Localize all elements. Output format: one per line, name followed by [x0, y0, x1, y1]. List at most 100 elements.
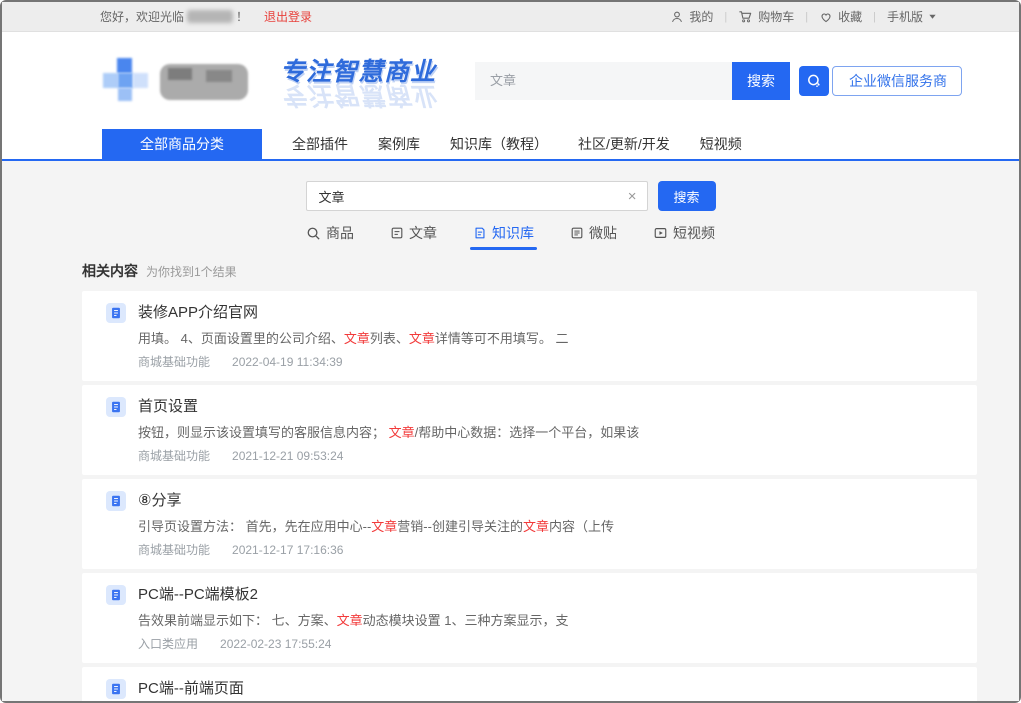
search-input[interactable] — [307, 189, 618, 204]
topbar-link-mobile-version[interactable]: 手机版 — [887, 8, 937, 25]
separator: | — [805, 11, 808, 23]
result-card[interactable]: ⑧分享引导页设置方法： 首先，先在应用中心--文章营销--创建引导关注的文章内容… — [82, 479, 977, 569]
topbar-links: 我的 | 购物车 | 收藏 | 手机版 — [670, 8, 937, 25]
tab-micro-post[interactable]: 微贴 — [570, 223, 617, 249]
result-title[interactable]: PC端--前端页面 — [138, 679, 244, 699]
greeting-suffix: ！ — [236, 8, 248, 25]
result-title[interactable]: 首页设置 — [138, 397, 198, 417]
post-icon — [570, 226, 584, 240]
doc-icon — [109, 682, 123, 696]
result-category: 入口类应用 — [138, 637, 198, 651]
tab-label: 文章 — [409, 223, 437, 243]
result-card[interactable]: 装修APP介绍官网用填。 4、页面设置里的公司介绍、文章列表、文章详情等可不用填… — [82, 291, 977, 381]
doc-icon-badge — [106, 397, 126, 417]
nav-item-case-library[interactable]: 案例库 — [378, 129, 420, 159]
logo-pixel — [103, 73, 118, 88]
logout-link[interactable]: 退出登录 — [264, 8, 312, 25]
caret-down-icon — [928, 12, 937, 21]
close-icon[interactable]: × — [618, 189, 647, 204]
results-header: 相关内容为你找到1个结果 — [82, 261, 977, 281]
description-text: 动态模块设置 1、三种方案显示，支 — [363, 613, 569, 628]
nav-all-categories[interactable]: 全部商品分类 — [102, 129, 262, 159]
topbar-link-my-account[interactable]: 我的 — [670, 8, 713, 25]
logo-pixel — [118, 73, 133, 88]
heart-icon — [819, 10, 833, 24]
tab-label: 短视频 — [673, 223, 715, 243]
result-card[interactable]: PC端--前端页面前端显示效果如下： 七、方案、文章动态模块设置 1、三种方案显… — [82, 667, 977, 701]
result-title-row: ⑧分享 — [106, 491, 953, 511]
tab-goods[interactable]: 商品 — [306, 223, 354, 249]
topbar-link-cart[interactable]: 购物车 — [738, 8, 794, 25]
tab-label: 商品 — [326, 223, 354, 243]
nav-item-community[interactable]: 社区/更新/开发 — [578, 129, 670, 159]
logo-pixel — [133, 73, 148, 88]
logo-blur-blob — [206, 70, 232, 82]
result-meta: 商城基础功能 2022-04-19 11:34:39 — [138, 355, 953, 369]
result-description: 按钮，则显示该设置填写的客服信息内容； 文章/帮助中心数据：选择一个平台，如果该 — [138, 425, 953, 441]
keyword-highlight: 文章 — [371, 519, 397, 534]
nav-item-all-plugins[interactable]: 全部插件 — [292, 129, 348, 159]
result-description: 告效果前端显示如下： 七、方案、文章动态模块设置 1、三种方案显示，支 — [138, 613, 953, 629]
site-slogan: 专注智慧商业 专注智慧商业 — [280, 52, 448, 110]
doc-icon — [109, 588, 123, 602]
wecom-icon — [805, 72, 823, 90]
logo-pixel — [118, 88, 132, 101]
wecom-label: 企业微信服务商 — [832, 66, 962, 96]
result-title-row: PC端--PC端模板2 — [106, 585, 953, 605]
result-date: 2022-04-19 11:34:39 — [232, 355, 343, 369]
nav-item-knowledge-base[interactable]: 知识库（教程） — [450, 129, 548, 159]
doc-icon — [109, 306, 123, 320]
topbar-link-favorites[interactable]: 收藏 — [819, 8, 862, 25]
result-date: 2021-12-21 09:53:24 — [232, 449, 343, 463]
result-meta: 入口类应用2022-02-23 17:55:24 — [138, 637, 953, 651]
topbar-link-label: 我的 — [689, 8, 713, 25]
result-category: 商城基础功能 — [138, 543, 210, 557]
results-note: 为你找到1个结果 — [146, 265, 237, 279]
doc-icon — [109, 400, 123, 414]
description-text: 列表、 — [370, 331, 409, 346]
result-description: 用填。 4、页面设置里的公司介绍、文章列表、文章详情等可不用填写。 二 — [138, 331, 953, 347]
topbar-link-label: 购物车 — [758, 8, 794, 25]
tab-article[interactable]: 文章 — [390, 223, 437, 249]
result-title-row: PC端--前端页面 — [106, 679, 953, 699]
header-search-button[interactable]: 搜索 — [732, 62, 790, 100]
wecom-service-button[interactable]: 企业微信服务商 — [799, 66, 962, 96]
search-button[interactable]: 搜索 — [658, 181, 716, 211]
nav-item-short-video[interactable]: 短视频 — [700, 129, 742, 159]
doc-icon-badge — [106, 585, 126, 605]
article-icon — [390, 226, 404, 240]
result-title[interactable]: PC端--PC端模板2 — [138, 585, 258, 605]
doc-icon — [109, 494, 123, 508]
topbar: 您好，欢迎光临 ！ 退出登录 我的|购物车|收藏|手机版 — [2, 2, 1019, 32]
result-card[interactable]: PC端--PC端模板2 告效果前端显示如下： 七、方案、文章动态模块设置 1、三种… — [82, 573, 977, 663]
topbar-link-label: 手机版 — [887, 8, 923, 25]
keyword-highlight: 文章 — [337, 613, 363, 628]
result-list: 装修APP介绍官网用填。 4、页面设置里的公司介绍、文章列表、文章详情等可不用填… — [82, 291, 977, 701]
result-title[interactable]: ⑧分享 — [138, 491, 181, 511]
separator: | — [724, 11, 727, 23]
description-text: 详情等可不用填写。 二 — [435, 331, 569, 346]
keyword-highlight: 文章 — [389, 425, 415, 440]
cart-icon — [738, 9, 753, 24]
tab-knowledge[interactable]: 知识库 — [473, 223, 534, 249]
result-category: 商城基础功能 — [138, 355, 210, 369]
doc-icon-badge — [106, 303, 126, 323]
site-logo[interactable] — [102, 56, 252, 106]
result-category: 商城基础功能 — [138, 449, 210, 463]
description-text: 内容（上传 — [549, 519, 614, 534]
header-search-input[interactable] — [475, 62, 732, 100]
separator: | — [873, 11, 876, 23]
doc-icon-badge — [106, 491, 126, 511]
description-text: 营销--创建引导关注的 — [397, 519, 523, 534]
tab-video[interactable]: 短视频 — [653, 223, 715, 249]
blurred-username — [187, 10, 233, 23]
topbar-link-label: 收藏 — [838, 8, 862, 25]
description-text: 引导页设置方法： 首先，先在应用中心-- — [138, 519, 371, 534]
result-card[interactable]: 首页设置按钮，则显示该设置填写的客服信息内容； 文章/帮助中心数据：选择一个平台… — [82, 385, 977, 475]
knowledge-icon — [473, 226, 487, 240]
content-area: × 搜索 商品文章知识库微贴短视频 相关内容为你找到1个结果 装修APP介绍官网… — [2, 161, 1019, 701]
result-title[interactable]: 装修APP介绍官网 — [138, 303, 258, 323]
result-description: 引导页设置方法： 首先，先在应用中心--文章营销--创建引导关注的文章内容（上传 — [138, 519, 953, 535]
wecom-badge — [799, 66, 829, 96]
tab-label: 知识库 — [492, 223, 534, 243]
